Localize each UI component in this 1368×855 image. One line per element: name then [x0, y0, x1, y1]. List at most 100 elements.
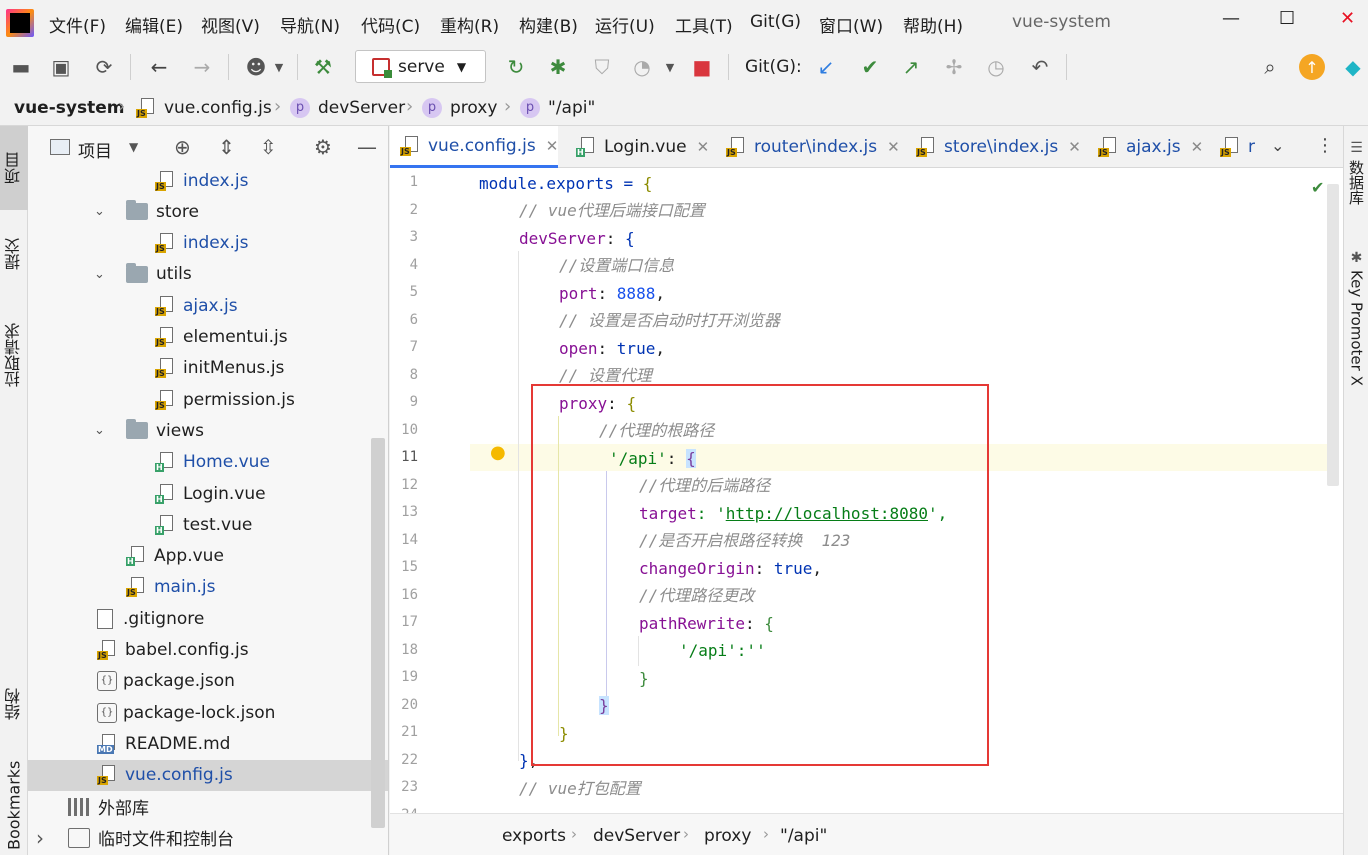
project-scrollbar[interactable]	[371, 438, 385, 828]
code-line-7[interactable]: open: true,	[559, 335, 665, 362]
editor-tab-router-index-js[interactable]: JS router\index.js ✕	[716, 126, 900, 168]
menu-navigate[interactable]: 导航(N)	[280, 12, 340, 37]
toolbox-icon[interactable]: ◆	[1340, 54, 1366, 80]
editor-tab-ajax-js[interactable]: JS ajax.js ✕	[1088, 126, 1203, 168]
editor-crumb-devserver[interactable]: devServer	[593, 826, 680, 846]
menu-help[interactable]: 帮助(H)	[903, 12, 963, 37]
maximize-button[interactable]: ☐	[1279, 8, 1295, 29]
tool-tab-bookmarks[interactable]: Bookmarks	[0, 756, 28, 855]
close-window-button[interactable]: ✕	[1340, 8, 1355, 29]
git-fetch-icon[interactable]: ✢	[941, 54, 967, 80]
chevron-down-icon[interactable]: ⌄	[94, 267, 105, 282]
editor-crumb-proxy[interactable]: proxy	[704, 826, 751, 846]
sync-icon[interactable]: ⟳	[91, 54, 117, 80]
breadcrumb-project[interactable]: vue-system	[14, 98, 124, 118]
editor-tab-r[interactable]: JS r	[1210, 126, 1255, 168]
tree-item-gitignore[interactable]: .gitignore	[28, 603, 388, 634]
inspection-ok-icon[interactable]: ✔	[1311, 178, 1324, 197]
tree-item-login-vue[interactable]: H Login.vue	[28, 478, 388, 509]
open-folder-icon[interactable]: ▬	[8, 54, 34, 80]
tree-item-babel-config-js[interactable]: JS babel.config.js	[28, 635, 388, 666]
code-line-1[interactable]: module.exports = {	[479, 170, 652, 197]
tree-item-initmenus-js[interactable]: JS initMenus.js	[28, 353, 388, 384]
menu-window[interactable]: 窗口(W)	[819, 12, 883, 37]
rollback-icon[interactable]: ↶	[1027, 54, 1053, 80]
tool-tab-structure[interactable]: 结构	[0, 672, 28, 736]
more-run-chevron-icon[interactable]: ▼	[657, 54, 683, 80]
forward-icon[interactable]: →	[189, 54, 215, 80]
tree-item-home-vue[interactable]: H Home.vue	[28, 447, 388, 478]
tree-item-permission-js[interactable]: JS permission.js	[28, 384, 388, 415]
chevron-down-icon[interactable]: ⌄	[94, 423, 105, 438]
user-dropdown-chevron-icon[interactable]: ▼	[266, 54, 292, 80]
code-line-4[interactable]: //设置端口信息	[559, 252, 674, 279]
coverage-icon[interactable]: ⛉	[589, 54, 615, 80]
breadcrumb-devserver[interactable]: p devServer	[290, 98, 405, 118]
menu-view[interactable]: 视图(V)	[201, 12, 260, 37]
tool-tab-project[interactable]: 项目	[0, 126, 28, 210]
expand-all-icon[interactable]: ⇕	[218, 135, 235, 159]
tree-item-vue-config-js[interactable]: JS vue.config.js	[28, 759, 388, 791]
tree-item-elementui-js[interactable]: JS elementui.js	[28, 322, 388, 353]
tree-item-[interactable]: 外部库	[28, 791, 388, 822]
editor-tab-login-vue[interactable]: H Login.vue ✕	[566, 126, 709, 168]
build-hammer-icon[interactable]: ⚒	[310, 54, 336, 80]
code-line-6[interactable]: // 设置是否启动时打开浏览器	[559, 307, 780, 334]
tool-tab-key-promoter[interactable]: ✱ Key Promoter X	[1344, 250, 1368, 410]
code-line-23[interactable]: // vue打包配置	[519, 775, 641, 802]
git-push-icon[interactable]: ↗	[898, 54, 924, 80]
code-line-2[interactable]: // vue代理后端接口配置	[519, 197, 705, 224]
tree-item-app-vue[interactable]: H App.vue	[28, 541, 388, 572]
tree-item-utils[interactable]: ⌄ utils	[28, 259, 388, 290]
rerun-icon[interactable]: ↻	[503, 54, 529, 80]
history-icon[interactable]: ◷	[983, 54, 1009, 80]
editor-scrollbar[interactable]	[1327, 184, 1339, 486]
tree-item-views[interactable]: ⌄ views	[28, 415, 388, 446]
editor-tab-store-index-js[interactable]: JS store\index.js ✕	[906, 126, 1081, 168]
tree-item-index-js[interactable]: JS index.js	[28, 228, 388, 259]
editor-crumb-api[interactable]: "/api"	[780, 826, 827, 846]
tool-tab-commit[interactable]: 提交	[0, 224, 28, 284]
chevron-down-icon[interactable]: ⌄	[94, 204, 105, 219]
menu-git[interactable]: Git(G)	[750, 12, 801, 32]
stop-icon[interactable]: ■	[689, 54, 715, 80]
editor-tab-vue-config-js[interactable]: JS vue.config.js ✕	[390, 126, 559, 168]
debug-icon[interactable]: ✱	[545, 54, 571, 80]
menu-run[interactable]: 运行(U)	[595, 12, 655, 37]
tree-item-readme-md[interactable]: MD README.md	[28, 728, 388, 759]
collapse-all-icon[interactable]: ⇳	[260, 135, 277, 159]
menu-code[interactable]: 代码(C)	[361, 12, 420, 37]
menu-edit[interactable]: 编辑(E)	[125, 12, 183, 37]
update-icon[interactable]: ↑	[1299, 54, 1325, 80]
tool-tab-pull-requests[interactable]: 拉取请求	[0, 302, 28, 408]
minimize-button[interactable]: —	[1222, 8, 1240, 29]
tab-list-chevron-icon[interactable]: ⌄	[1271, 136, 1284, 155]
code-line-3[interactable]: devServer: {	[519, 225, 635, 252]
tree-item-package-lock-json[interactable]: {} package-lock.json	[28, 697, 388, 728]
breadcrumb-api[interactable]: p "/api"	[520, 98, 595, 118]
tree-item-index-js[interactable]: JS index.js	[28, 165, 388, 196]
run-configuration-select[interactable]: serve ▼	[355, 50, 486, 83]
hide-panel-icon[interactable]: —	[357, 135, 377, 159]
settings-gear-icon[interactable]: ⚙	[314, 135, 332, 159]
locate-file-icon[interactable]: ⊕	[174, 135, 191, 159]
chevron-down-icon[interactable]: ▼	[129, 140, 138, 154]
tree-item-package-json[interactable]: {} package.json	[28, 666, 388, 697]
tree-item-test-vue[interactable]: Htest.vue	[28, 509, 388, 540]
close-tab-icon[interactable]: ✕	[697, 138, 710, 156]
breadcrumb-file[interactable]: JS vue.config.js	[136, 98, 272, 118]
git-commit-icon[interactable]: ✔	[857, 54, 883, 80]
back-icon[interactable]: ←	[146, 54, 172, 80]
more-options-icon[interactable]: ⋮	[1316, 135, 1334, 156]
save-icon[interactable]: ▣	[48, 54, 74, 80]
close-tab-icon[interactable]: ✕	[1191, 138, 1204, 156]
editor-crumb-exports[interactable]: exports	[502, 826, 566, 846]
breadcrumb-proxy[interactable]: p proxy	[422, 98, 497, 118]
chevron-right-icon[interactable]: ›	[36, 826, 44, 850]
menu-tools[interactable]: 工具(T)	[675, 12, 733, 37]
git-update-icon[interactable]: ↙	[813, 54, 839, 80]
tool-tab-database[interactable]: ☰ 数据库	[1344, 140, 1368, 240]
menu-file[interactable]: 文件(F)	[49, 12, 106, 37]
menu-refactor[interactable]: 重构(R)	[440, 12, 499, 37]
search-icon[interactable]: ⌕	[1257, 54, 1283, 80]
